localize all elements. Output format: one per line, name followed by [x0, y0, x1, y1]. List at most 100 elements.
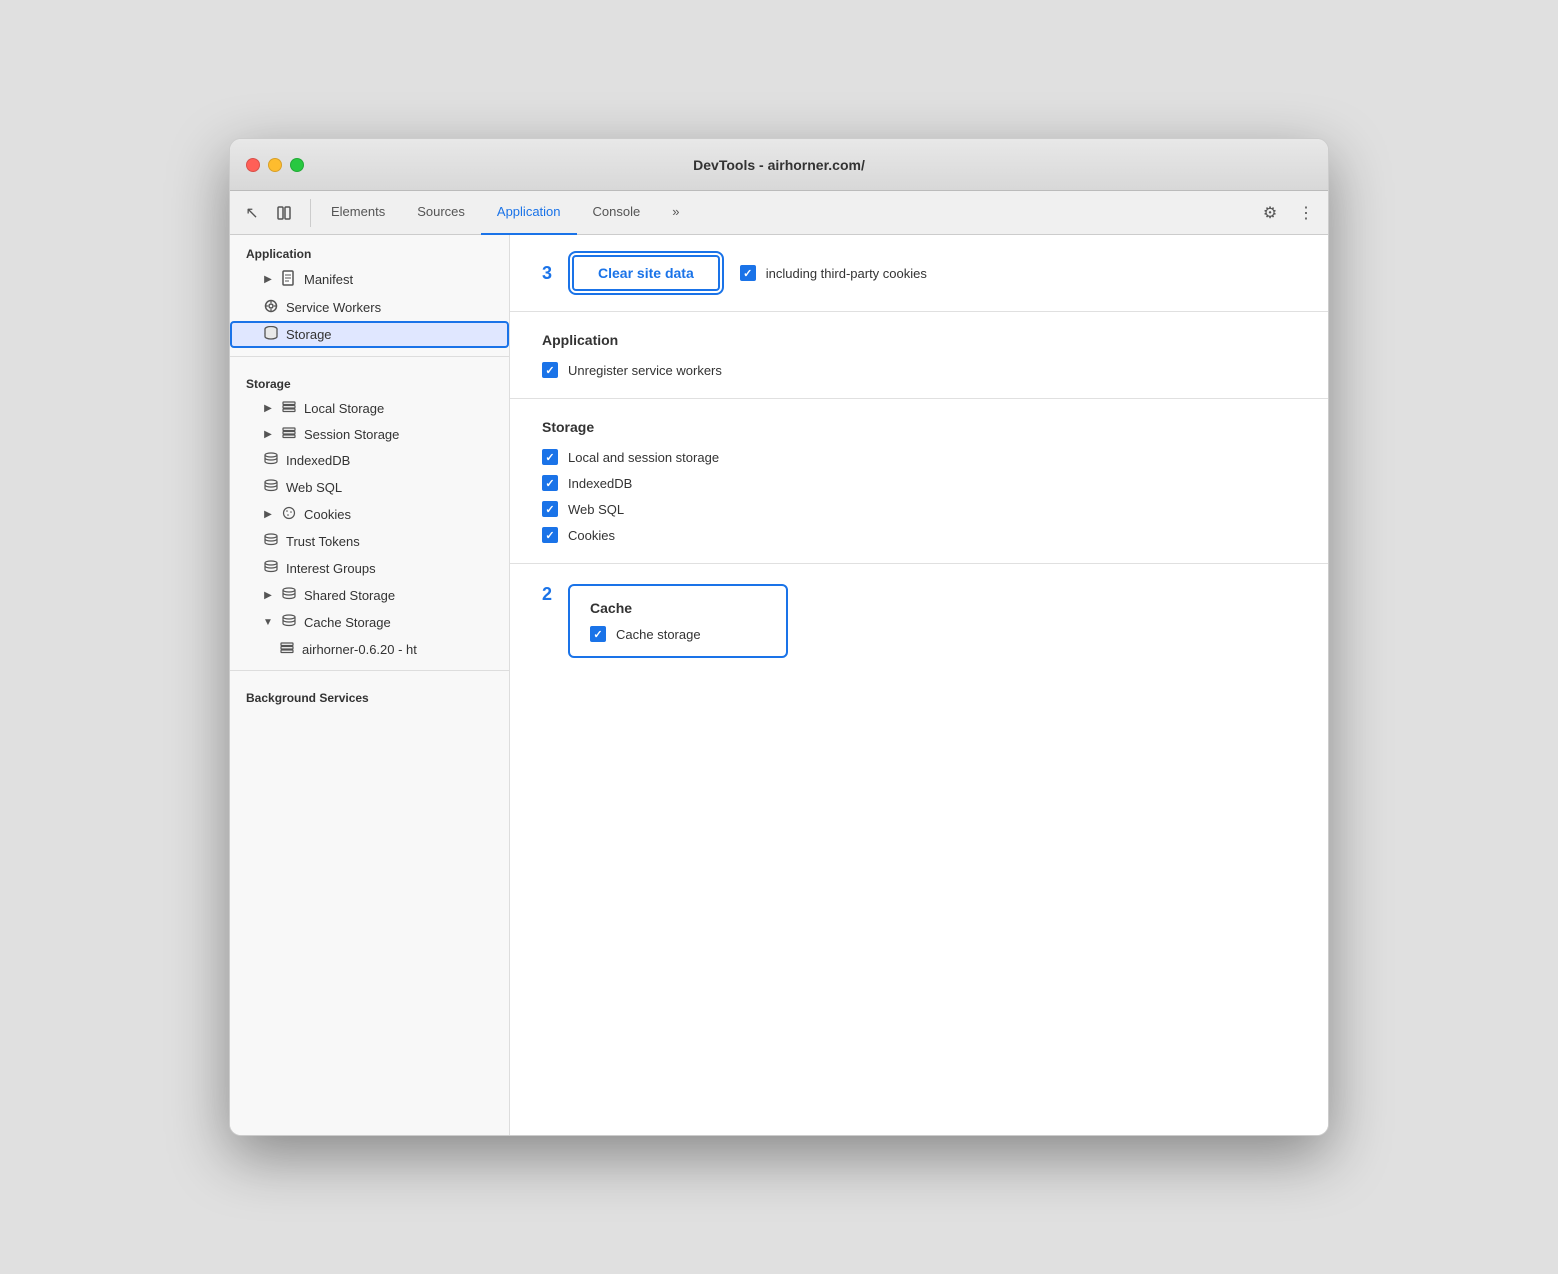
trust-tokens-icon: [262, 533, 280, 550]
traffic-lights: [246, 158, 304, 172]
tab-more[interactable]: »: [656, 191, 695, 235]
third-party-checkbox[interactable]: [740, 265, 756, 281]
maximize-button[interactable]: [290, 158, 304, 172]
cache-section-wrapper: 2 Cache Cache storage: [510, 564, 1328, 678]
third-party-row: including third-party cookies: [740, 265, 927, 281]
cache-highlight-box: Cache Cache storage: [568, 584, 788, 658]
web-sql-label-content: Web SQL: [568, 502, 624, 517]
shared-storage-label: Shared Storage: [304, 588, 395, 603]
application-section: Application Unregister service workers: [510, 312, 1328, 399]
indexeddb-row: IndexedDB: [542, 475, 1296, 491]
clear-section: 3 Clear site data including third-party …: [510, 235, 1328, 312]
session-storage-icon: [280, 426, 298, 442]
cache-storage-label-content: Cache storage: [616, 627, 701, 642]
cache-storage-arrow-icon: [262, 617, 274, 629]
cookies-arrow-icon: [262, 509, 274, 521]
sidebar-item-interest-groups[interactable]: Interest Groups: [230, 555, 509, 582]
indexeddb-checkbox[interactable]: [542, 475, 558, 491]
local-session-checkbox[interactable]: [542, 449, 558, 465]
sidebar-item-indexeddb[interactable]: IndexedDB: [230, 447, 509, 474]
minimize-button[interactable]: [268, 158, 282, 172]
cache-storage-icon: [280, 614, 298, 631]
main-layout: Application Manifest: [230, 235, 1328, 1135]
cache-storage-row: Cache storage: [590, 626, 766, 642]
local-storage-label: Local Storage: [304, 401, 384, 416]
step2-badge: 2: [542, 584, 552, 605]
local-storage-icon: [280, 400, 298, 416]
sidebar-item-storage[interactable]: Storage: [230, 321, 509, 348]
web-sql-row: Web SQL: [542, 501, 1296, 517]
sidebar-item-web-sql[interactable]: Web SQL: [230, 474, 509, 501]
sidebar: Application Manifest: [230, 235, 510, 1135]
sidebar-item-shared-storage[interactable]: Shared Storage: [230, 582, 509, 609]
clear-site-data-button[interactable]: Clear site data: [572, 255, 720, 291]
tab-console[interactable]: Console: [577, 191, 657, 235]
shared-storage-icon: [280, 587, 298, 604]
frames-icon[interactable]: [270, 199, 298, 227]
toolbar: ↖ Elements Sources Application Console »…: [230, 191, 1328, 235]
tab-elements[interactable]: Elements: [315, 191, 401, 235]
devtools-window: DevTools - airhorner.com/ ↖ Elements Sou…: [229, 138, 1329, 1136]
manifest-label: Manifest: [304, 272, 353, 287]
content-panel: 3 Clear site data including third-party …: [510, 235, 1328, 1135]
manifest-icon: [280, 270, 298, 289]
interest-groups-label: Interest Groups: [286, 561, 376, 576]
storage-section-title: Storage: [542, 419, 1296, 435]
local-session-label: Local and session storage: [568, 450, 719, 465]
storage-section: Storage Local and session storage Indexe…: [510, 399, 1328, 564]
unregister-sw-label: Unregister service workers: [568, 363, 722, 378]
application-section-title: Application: [542, 332, 1296, 348]
toolbar-right: ⚙ ⋮: [1256, 199, 1320, 227]
trust-tokens-label: Trust Tokens: [286, 534, 360, 549]
service-workers-icon: [262, 299, 280, 316]
step3-badge: 3: [542, 263, 552, 284]
cache-storage-label: Cache Storage: [304, 615, 391, 630]
web-sql-icon: [262, 479, 280, 496]
shared-storage-arrow-icon: [262, 590, 274, 602]
sidebar-item-trust-tokens[interactable]: Trust Tokens: [230, 528, 509, 555]
toolbar-nav-icons: ↖: [238, 199, 311, 227]
sidebar-background-label: Background Services: [230, 679, 509, 709]
service-workers-label: Service Workers: [286, 300, 381, 315]
sidebar-application-label: Application: [230, 235, 509, 265]
interest-groups-icon: [262, 560, 280, 577]
manifest-arrow-icon: [262, 274, 274, 286]
web-sql-checkbox[interactable]: [542, 501, 558, 517]
sidebar-item-service-workers[interactable]: Service Workers: [230, 294, 509, 321]
sidebar-item-manifest[interactable]: Manifest: [230, 265, 509, 294]
sidebar-divider-1: [230, 356, 509, 357]
settings-icon[interactable]: ⚙: [1256, 199, 1284, 227]
more-icon[interactable]: ⋮: [1292, 199, 1320, 227]
indexeddb-label: IndexedDB: [286, 453, 350, 468]
sidebar-item-cookies[interactable]: Cookies: [230, 501, 509, 528]
cache-entry-icon: [278, 641, 296, 657]
cache-section-title: Cache: [590, 600, 766, 616]
window-title: DevTools - airhorner.com/: [693, 157, 865, 173]
session-storage-arrow-icon: [262, 428, 274, 440]
local-storage-arrow-icon: [262, 402, 274, 414]
cache-entry-label: airhorner-0.6.20 - ht: [302, 642, 417, 657]
close-button[interactable]: [246, 158, 260, 172]
cache-storage-checkbox[interactable]: [590, 626, 606, 642]
indexeddb-icon: [262, 452, 280, 469]
cookies-icon: [280, 506, 298, 523]
cookies-checkbox[interactable]: [542, 527, 558, 543]
sidebar-divider-2: [230, 670, 509, 671]
tab-sources[interactable]: Sources: [401, 191, 481, 235]
cookies-row: Cookies: [542, 527, 1296, 543]
unregister-sw-checkbox[interactable]: [542, 362, 558, 378]
session-storage-label: Session Storage: [304, 427, 399, 442]
indexeddb-label-content: IndexedDB: [568, 476, 632, 491]
titlebar: DevTools - airhorner.com/: [230, 139, 1328, 191]
unregister-sw-row: Unregister service workers: [542, 362, 1296, 378]
web-sql-label: Web SQL: [286, 480, 342, 495]
sidebar-item-session-storage[interactable]: Session Storage: [230, 421, 509, 447]
cursor-icon[interactable]: ↖: [238, 199, 266, 227]
sidebar-storage-label: Storage: [230, 365, 509, 395]
third-party-label: including third-party cookies: [766, 266, 927, 281]
cookies-label-content: Cookies: [568, 528, 615, 543]
tab-application[interactable]: Application: [481, 191, 577, 235]
sidebar-item-cache-storage[interactable]: Cache Storage: [230, 609, 509, 636]
sidebar-item-local-storage[interactable]: Local Storage: [230, 395, 509, 421]
sidebar-item-cache-entry[interactable]: airhorner-0.6.20 - ht: [230, 636, 509, 662]
